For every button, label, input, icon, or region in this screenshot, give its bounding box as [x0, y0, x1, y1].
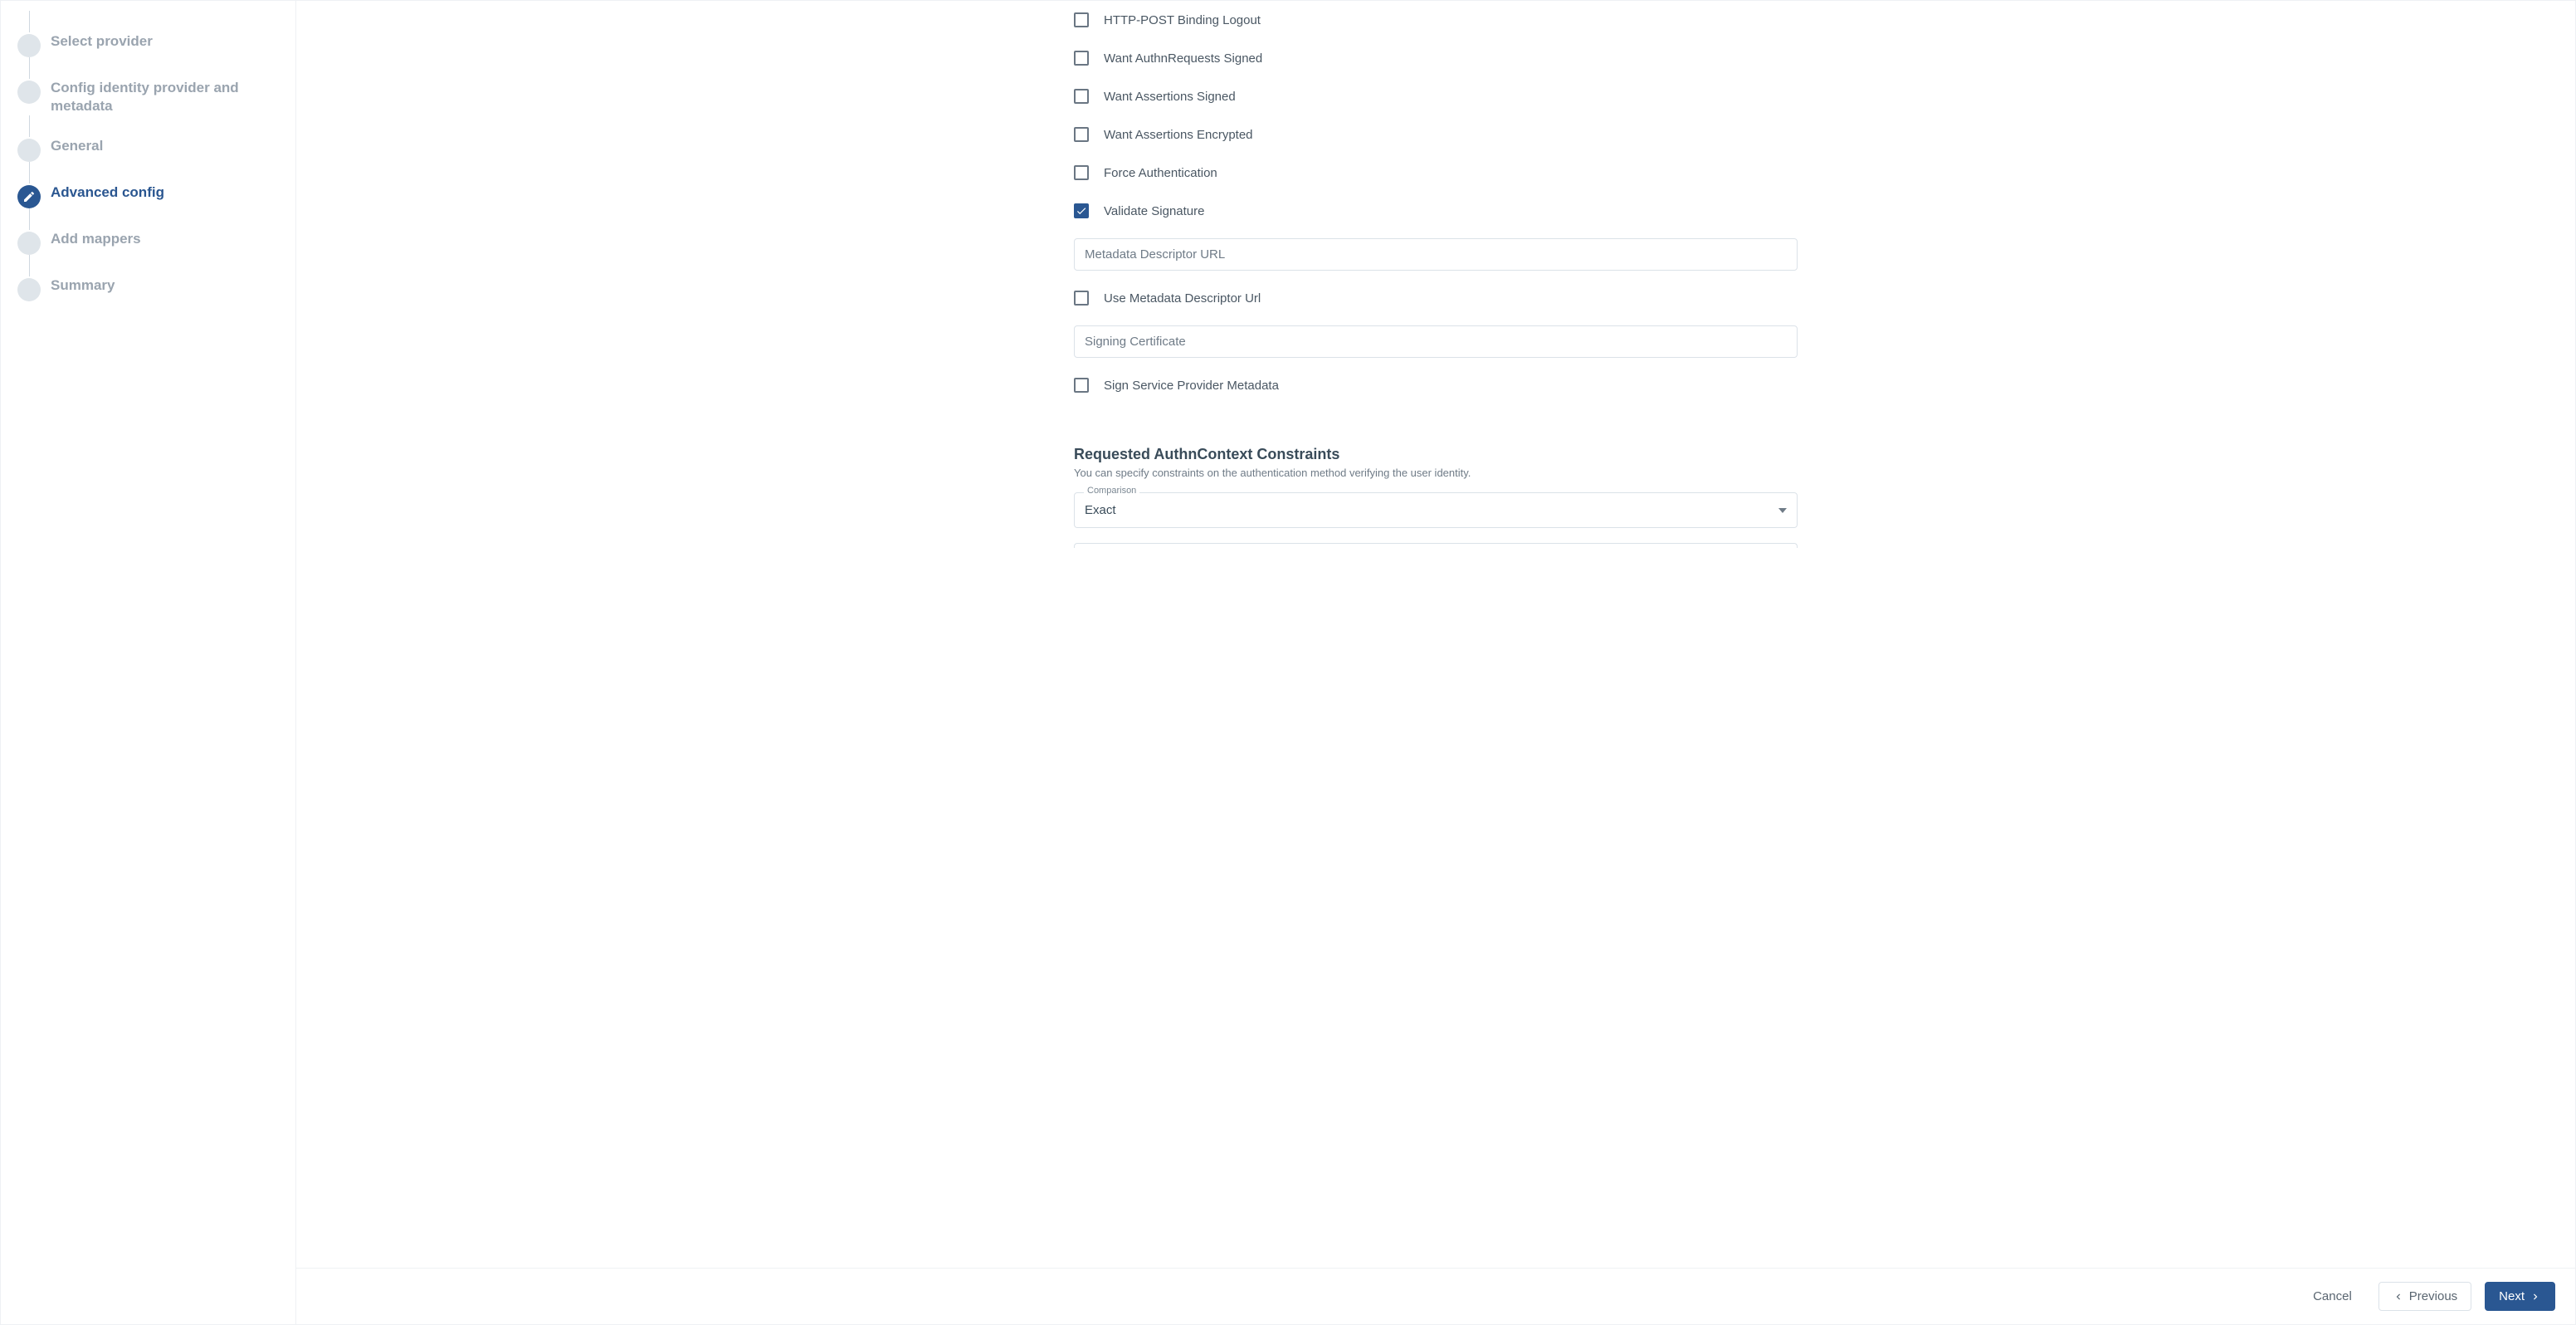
checkbox-sign-sp-metadata[interactable]: Sign Service Provider Metadata — [1074, 366, 1798, 404]
input-signing-certificate[interactable] — [1074, 325, 1798, 358]
step-label: Advanced config — [51, 183, 164, 202]
checkbox-label: Use Metadata Descriptor Url — [1104, 291, 1261, 306]
checkbox-force-authentication[interactable]: Force Authentication — [1074, 154, 1798, 192]
edit-icon — [22, 190, 36, 203]
check-icon — [1076, 205, 1087, 217]
step-marker-active — [17, 185, 41, 208]
checkbox-use-metadata-descriptor-url[interactable]: Use Metadata Descriptor Url — [1074, 279, 1798, 317]
form-area: HTTP-POST Binding Logout Want AuthnReque… — [1054, 1, 1817, 581]
button-label: Next — [2499, 1290, 2525, 1303]
section-authn-context: Requested AuthnContext Constraints You c… — [1074, 446, 1798, 479]
checkbox-want-assertions-signed[interactable]: Want Assertions Signed — [1074, 77, 1798, 115]
section-title: Requested AuthnContext Constraints — [1074, 446, 1798, 463]
checkbox-label: Want Assertions Signed — [1104, 90, 1236, 104]
select-comparison[interactable]: Exact — [1074, 492, 1798, 528]
checkbox-want-assertions-encrypted[interactable]: Want Assertions Encrypted — [1074, 115, 1798, 154]
step-general[interactable]: General — [17, 137, 279, 162]
button-label: Previous — [2409, 1290, 2457, 1303]
chevron-down-icon — [1778, 508, 1787, 513]
step-marker — [17, 278, 41, 301]
chevron-left-icon — [2393, 1291, 2404, 1303]
checkbox-icon[interactable] — [1074, 165, 1089, 180]
input-signing-certificate-wrap — [1074, 325, 1798, 358]
button-label: Cancel — [2313, 1290, 2352, 1303]
checkbox-label: HTTP-POST Binding Logout — [1104, 13, 1261, 27]
step-marker — [17, 139, 41, 162]
wizard-main: HTTP-POST Binding Logout Want AuthnReque… — [296, 1, 2575, 1324]
select-floating-label: Comparison — [1084, 486, 1139, 496]
step-config-idp[interactable]: Config identity provider and metadata — [17, 79, 279, 115]
select-comparison-wrap: Comparison Exact — [1074, 492, 1798, 528]
wizard-dialog: Select provider Config identity provider… — [0, 0, 2576, 1325]
checkbox-http-post-binding-logout[interactable]: HTTP-POST Binding Logout — [1074, 1, 1798, 39]
checkbox-icon[interactable] — [1074, 12, 1089, 27]
select-value: Exact — [1085, 503, 1116, 517]
checkbox-label: Sign Service Provider Metadata — [1104, 379, 1279, 393]
wizard-footer: Cancel Previous Next — [296, 1268, 2575, 1324]
input-partial-next[interactable] — [1074, 543, 1798, 548]
wizard-sidebar: Select provider Config identity provider… — [1, 1, 296, 1324]
checkbox-label: Want Assertions Encrypted — [1104, 128, 1253, 142]
previous-button[interactable]: Previous — [2378, 1282, 2471, 1311]
step-label: Select provider — [51, 32, 153, 51]
next-button[interactable]: Next — [2485, 1282, 2555, 1311]
input-metadata-descriptor-url[interactable] — [1074, 238, 1798, 271]
step-label: Config identity provider and metadata — [51, 79, 266, 115]
input-metadata-descriptor-url-wrap — [1074, 238, 1798, 271]
step-label: Add mappers — [51, 230, 141, 248]
checkbox-label: Validate Signature — [1104, 204, 1204, 218]
checkbox-icon[interactable] — [1074, 89, 1089, 104]
step-marker — [17, 232, 41, 255]
checkbox-icon[interactable] — [1074, 51, 1089, 66]
step-marker — [17, 34, 41, 57]
step-marker — [17, 81, 41, 104]
step-add-mappers[interactable]: Add mappers — [17, 230, 279, 255]
checkbox-icon[interactable] — [1074, 291, 1089, 306]
wizard-content[interactable]: HTTP-POST Binding Logout Want AuthnReque… — [296, 1, 2575, 1268]
cancel-button[interactable]: Cancel — [2300, 1283, 2365, 1310]
step-label: Summary — [51, 276, 115, 295]
step-label: General — [51, 137, 103, 155]
checkbox-validate-signature[interactable]: Validate Signature — [1074, 192, 1798, 230]
checkbox-want-authnrequests-signed[interactable]: Want AuthnRequests Signed — [1074, 39, 1798, 77]
checkbox-icon-checked[interactable] — [1074, 203, 1089, 218]
checkbox-icon[interactable] — [1074, 127, 1089, 142]
checkbox-label: Force Authentication — [1104, 166, 1217, 180]
step-advanced-config[interactable]: Advanced config — [17, 183, 279, 208]
checkbox-label: Want AuthnRequests Signed — [1104, 51, 1262, 66]
wizard-steps: Select provider Config identity provider… — [17, 11, 279, 301]
section-desc: You can specify constraints on the authe… — [1074, 467, 1798, 479]
step-select-provider[interactable]: Select provider — [17, 32, 279, 57]
chevron-right-icon — [2530, 1291, 2541, 1303]
checkbox-icon[interactable] — [1074, 378, 1089, 393]
step-summary[interactable]: Summary — [17, 276, 279, 301]
